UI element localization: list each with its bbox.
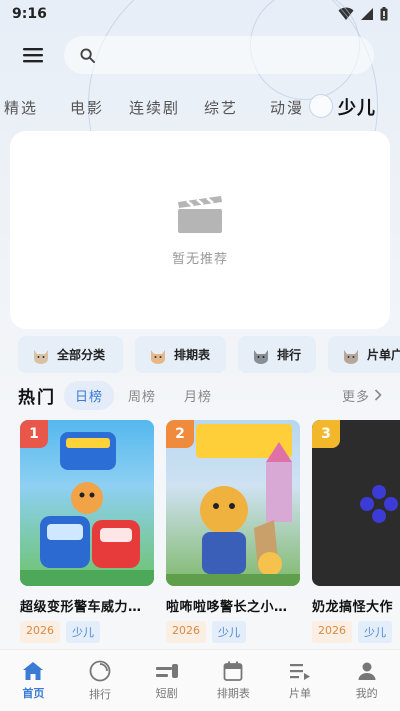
status-time: 9:16 — [12, 6, 47, 22]
ranking-icon — [89, 660, 111, 681]
nav-profile[interactable]: 我的 — [333, 650, 400, 711]
cat-face-icon — [254, 349, 268, 364]
nav-label: 短剧 — [155, 686, 178, 700]
chevron-right-icon — [374, 389, 382, 401]
poster-image: 2 — [166, 420, 300, 586]
search-icon — [80, 47, 95, 63]
nav-playlist[interactable]: 片单 — [267, 650, 334, 711]
year-tag: 2026 — [166, 621, 206, 643]
hot-title: 热门 — [18, 387, 56, 408]
cellular-icon — [361, 8, 373, 20]
genre-tag: 少儿 — [66, 621, 100, 643]
category-tabs: 精选 电影 连续剧 综艺 动漫 少儿 — [0, 92, 400, 122]
hot-cards: 1 超级变形警车威力… 2026 少儿 2 啦咘啦哆警长之小… 2026 少儿 … — [20, 420, 400, 645]
card-title: 奶龙搞怪大作 — [312, 600, 394, 615]
cat-face-icon — [151, 349, 165, 364]
genre-tag: 少儿 — [358, 621, 392, 643]
top-row — [14, 36, 374, 74]
nav-label: 我的 — [355, 686, 378, 700]
tab-variety[interactable]: 综艺 — [204, 97, 238, 118]
quick-links: 全部分类 排期表 排行 片单广 — [18, 336, 400, 373]
tab-kids[interactable]: 少儿 — [338, 94, 376, 120]
quick-link-schedule[interactable]: 排期表 — [135, 336, 226, 373]
more-link[interactable]: 更多 — [342, 386, 382, 405]
cat-face-icon — [344, 349, 358, 364]
nav-short-drama[interactable]: 短剧 — [133, 650, 200, 711]
rank-badge: 1 — [20, 420, 48, 448]
rank-badge: 3 — [312, 420, 340, 448]
tab-daily[interactable]: 日榜 — [64, 380, 115, 410]
hot-section-header: 热门 日榜 周榜 月榜 更多 — [18, 380, 382, 410]
tab-indicator-circle — [309, 94, 333, 118]
nav-schedule[interactable]: 排期表 — [200, 650, 267, 711]
rank-badge: 2 — [166, 420, 194, 448]
empty-state-text: 暂无推荐 — [171, 251, 228, 267]
genre-tag: 少儿 — [212, 621, 246, 643]
clapperboard-icon — [178, 195, 222, 233]
tab-featured[interactable]: 精选 — [4, 97, 38, 118]
year-tag: 2026 — [20, 621, 60, 643]
tab-monthly[interactable]: 月榜 — [184, 386, 212, 405]
tab-anime[interactable]: 动漫 — [270, 97, 304, 118]
search-input[interactable] — [64, 36, 374, 74]
hamburger-menu-icon — [23, 48, 43, 63]
year-tag: 2026 — [312, 621, 352, 643]
poster-image: 1 — [20, 420, 154, 586]
quick-link-label: 全部分类 — [57, 348, 106, 362]
profile-icon — [358, 662, 376, 680]
quick-link-label: 排行 — [277, 348, 302, 362]
tab-weekly[interactable]: 周榜 — [128, 386, 156, 405]
quick-link-label: 片单广 — [367, 348, 400, 362]
media-card[interactable]: 2 啦咘啦哆警长之小… 2026 少儿 — [166, 420, 300, 643]
nav-ranking[interactable]: 排行 — [67, 650, 134, 711]
card-title: 啦咘啦哆警长之小… — [166, 600, 288, 615]
poster-image: 3 — [312, 420, 400, 586]
quick-link-all-categories[interactable]: 全部分类 — [18, 336, 123, 373]
short-drama-icon — [155, 663, 178, 678]
quick-link-ranking[interactable]: 排行 — [238, 336, 316, 373]
tab-series[interactable]: 连续剧 — [129, 97, 180, 118]
playlist-icon — [290, 663, 311, 680]
media-card[interactable]: 3 奶龙搞怪大作 2026 少儿 — [312, 420, 400, 643]
nav-label: 排期表 — [216, 686, 250, 700]
bottom-navigation: 首页 排行 短剧 排期表 片单 我的 — [0, 649, 400, 711]
battery-icon — [380, 7, 388, 21]
media-card[interactable]: 1 超级变形警车威力… 2026 少儿 — [20, 420, 154, 643]
menu-button[interactable] — [14, 36, 52, 74]
tab-movies[interactable]: 电影 — [70, 97, 104, 118]
calendar-icon — [223, 661, 243, 681]
home-icon — [23, 661, 44, 680]
card-title: 超级变形警车威力… — [20, 600, 142, 615]
nav-label: 排行 — [89, 687, 111, 701]
nav-home[interactable]: 首页 — [0, 650, 67, 711]
nav-label: 片单 — [289, 686, 312, 700]
cat-face-icon — [34, 349, 48, 364]
nav-label: 首页 — [22, 686, 45, 700]
recommendation-banner: 暂无推荐 — [10, 131, 390, 329]
quick-link-playlist[interactable]: 片单广 — [328, 336, 400, 373]
more-label: 更多 — [341, 389, 370, 405]
quick-link-label: 排期表 — [174, 348, 211, 362]
